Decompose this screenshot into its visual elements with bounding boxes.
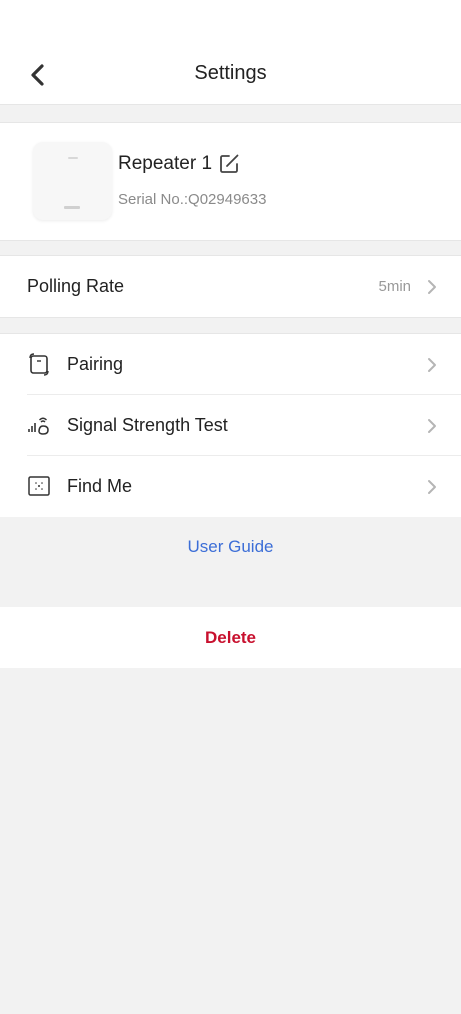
- signal-strength-test-row[interactable]: Signal Strength Test: [0, 395, 461, 456]
- device-card: Repeater 1 Serial No.:Q02949633: [0, 123, 461, 240]
- chevron-right-icon: [428, 480, 436, 494]
- find-me-label: Find Me: [67, 476, 133, 496]
- device-led: [68, 157, 78, 159]
- user-guide-link[interactable]: User Guide: [0, 537, 461, 557]
- pairing-icon: [29, 353, 49, 376]
- find-me-icon: [28, 476, 50, 496]
- polling-rate-label: Polling Rate: [27, 276, 125, 296]
- chevron-right-icon: [428, 358, 436, 372]
- page-title: Settings: [194, 62, 267, 84]
- edit-name-button[interactable]: [218, 153, 240, 175]
- find-me-row[interactable]: Find Me: [0, 456, 461, 517]
- chevron-right-icon: [428, 419, 436, 433]
- section-gap: [0, 317, 461, 334]
- pairing-row[interactable]: Pairing: [0, 334, 461, 395]
- delete-button[interactable]: Delete: [0, 607, 461, 668]
- section-gap: [0, 104, 461, 123]
- delete-label: Delete: [204, 628, 257, 647]
- chevron-right-icon: [428, 280, 436, 294]
- settings-screen: Settings Repeater 1 Serial No.:Q02949633…: [0, 0, 461, 1014]
- polling-rate-row[interactable]: Polling Rate 5min: [0, 256, 461, 317]
- device-name-row: Repeater 1: [118, 153, 240, 175]
- signal-strength-test-label: Signal Strength Test: [67, 415, 228, 435]
- signal-strength-icon: [28, 417, 49, 435]
- user-guide-area: User Guide: [0, 519, 461, 607]
- section-gap: [0, 240, 461, 256]
- polling-rate-value: 5min: [378, 278, 411, 295]
- header: Settings: [0, 0, 461, 104]
- device-image: [33, 142, 112, 220]
- edit-icon: [220, 154, 239, 173]
- device-name: Repeater 1: [118, 153, 213, 174]
- pairing-label: Pairing: [67, 354, 124, 374]
- device-slot: [64, 206, 80, 209]
- serial-number: Serial No.:Q02949633: [118, 191, 267, 208]
